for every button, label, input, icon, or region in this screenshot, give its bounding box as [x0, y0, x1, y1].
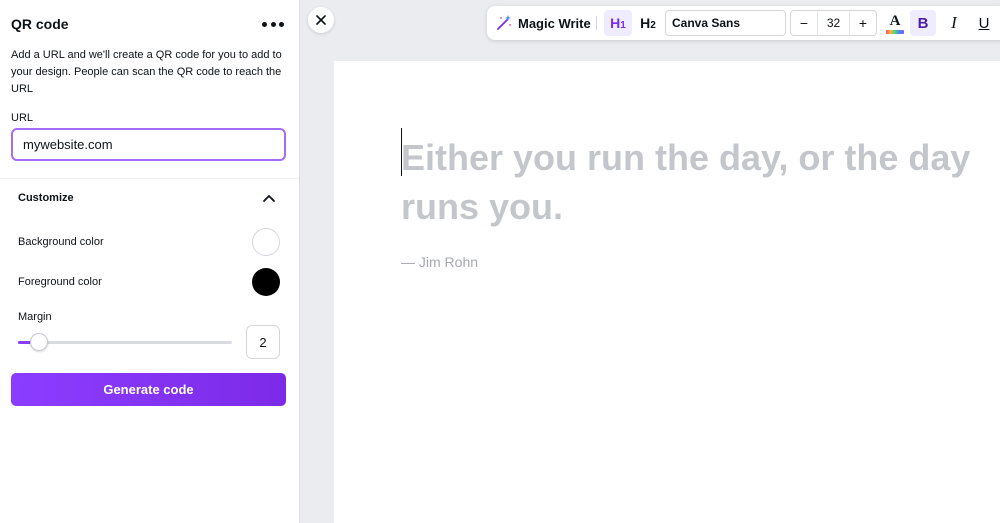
magic-write-label: Magic Write: [518, 15, 591, 31]
background-color-swatch[interactable]: [252, 228, 280, 256]
qr-code-panel: QR code Add a URL and we'll create a QR …: [0, 0, 300, 523]
heading-2-subscript: 2: [650, 19, 656, 31]
panel-description: Add a URL and we'll create a QR code for…: [11, 49, 282, 95]
more-options-icon[interactable]: [262, 16, 284, 32]
heading-1-subscript: 1: [620, 19, 626, 31]
close-button[interactable]: [308, 7, 334, 33]
foreground-color-swatch[interactable]: [252, 268, 280, 296]
text-color-button[interactable]: A: [883, 10, 907, 36]
magic-write-button[interactable]: Magic Write: [495, 11, 591, 35]
close-icon: [316, 15, 326, 25]
generate-code-button[interactable]: Generate code: [11, 373, 286, 406]
heading-1-button[interactable]: H1: [604, 10, 632, 36]
increase-font-size-button[interactable]: +: [850, 11, 876, 35]
section-divider: [0, 178, 299, 179]
background-color-label: Background color: [18, 236, 104, 248]
url-label: URL: [11, 112, 34, 124]
margin-value-input[interactable]: [246, 325, 280, 359]
url-input[interactable]: [11, 128, 286, 161]
bold-button[interactable]: B: [910, 10, 936, 36]
design-canvas-page[interactable]: Either you run the day, or the day runs …: [334, 61, 1000, 523]
margin-label: Margin: [18, 311, 52, 323]
underline-button[interactable]: U: [971, 10, 997, 36]
toolbar-separator: [596, 16, 597, 30]
customize-heading: Customize: [18, 192, 74, 204]
heading-2-label: H: [640, 15, 651, 31]
margin-slider-thumb[interactable]: [30, 333, 49, 351]
foreground-color-label: Foreground color: [18, 276, 102, 288]
heading-1-label: H: [610, 15, 621, 31]
panel-title: QR code: [11, 16, 69, 32]
font-size-control: − 32 +: [790, 10, 877, 36]
author-text-box[interactable]: — Jim Rohn: [401, 254, 478, 270]
magic-wand-icon: [497, 15, 511, 30]
chevron-up-icon[interactable]: [260, 190, 278, 206]
color-rainbow-bar: [886, 29, 904, 34]
margin-slider[interactable]: [18, 333, 232, 351]
font-size-value[interactable]: 32: [817, 11, 850, 35]
text-color-icon: A: [889, 12, 901, 29]
quote-text-box[interactable]: Either you run the day, or the day runs …: [401, 133, 1000, 231]
font-family-selector[interactable]: Canva Sans: [665, 10, 786, 36]
text-toolbar: Magic Write H1 H2 Canva Sans − 32 + A B …: [487, 6, 1000, 40]
heading-2-button[interactable]: H2: [635, 10, 661, 36]
decrease-font-size-button[interactable]: −: [791, 11, 817, 35]
italic-button[interactable]: I: [941, 10, 967, 36]
